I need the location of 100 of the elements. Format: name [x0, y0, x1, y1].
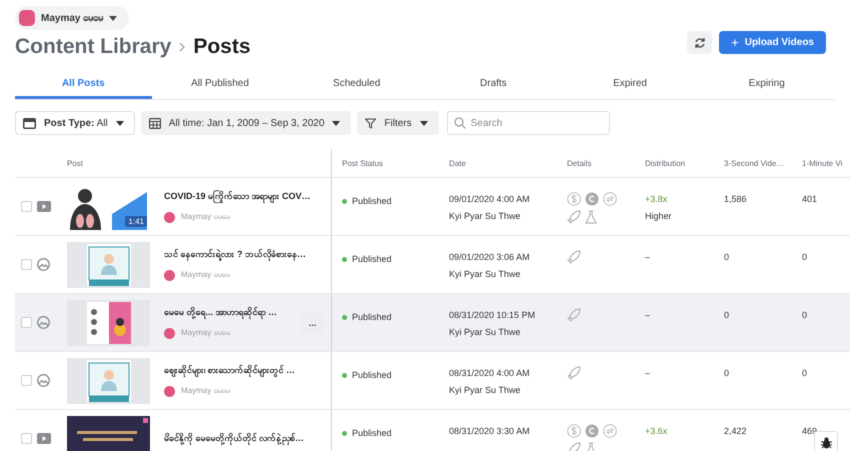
page-name: Maymay မေမေ — [181, 385, 230, 397]
post-title[interactable]: COVID-19 မကြိုက်သော အရာများ COV… — [164, 190, 325, 203]
rocket-icon — [567, 250, 581, 264]
column-header: 3-Second Vide… — [724, 158, 784, 168]
chevron-icon — [179, 42, 186, 52]
video-icon — [37, 433, 51, 444]
tab[interactable]: All Published — [152, 73, 288, 99]
tab[interactable]: Scheduled — [288, 73, 426, 99]
status-dot — [342, 373, 347, 378]
table-cell: 0 — [724, 368, 730, 378]
author-name: Kyi Pyar Su Thwe — [449, 211, 520, 221]
video-duration: 1:41 — [125, 216, 147, 226]
post-date: 08/31/2020 10:15 PM — [449, 310, 536, 320]
page-name: Maymay မေမေ — [181, 211, 230, 223]
refresh-button[interactable] — [687, 31, 712, 54]
table-row[interactable]: ဈေးဆိုင်များ၊ စားသောက်ဆိုင်များတွင် … Maymay မေမေ Published 08/31/2020 4:00 AM Kyi Pyar Su Thwe – 0 0 — [15, 352, 850, 410]
copyright-icon — [585, 424, 599, 438]
upload-videos-button[interactable]: + Upload Videos — [719, 31, 826, 54]
page-avatar-icon — [19, 10, 35, 26]
status-dot — [342, 315, 347, 320]
column-header: 1-Minute Vi — [802, 158, 842, 168]
post-status: Published — [352, 254, 392, 264]
row-checkbox[interactable] — [21, 433, 32, 444]
table-cell: 0 — [724, 252, 730, 262]
tab[interactable]: Drafts — [425, 73, 562, 99]
page-selector[interactable]: Maymay မေမေ — [15, 6, 130, 30]
rocket-icon — [567, 366, 581, 380]
rocket-icon — [567, 308, 581, 322]
post-type-dropdown[interactable]: Post Type: All — [15, 111, 135, 135]
date-range-dropdown[interactable]: All time: Jan 1, 2009 – Sep 3, 2020 — [140, 111, 352, 135]
post-date: 08/31/2020 4:00 AM — [449, 368, 530, 378]
clapperboard-icon — [23, 118, 36, 128]
page-name: Maymay မေမေ — [181, 269, 230, 281]
post-status: Published — [352, 370, 392, 380]
search-icon — [454, 117, 466, 129]
table-cell: 0 — [802, 368, 808, 378]
column-header: Details — [567, 158, 592, 168]
table-cell: 0 — [802, 310, 808, 320]
table-row[interactable]: 1:41 COVID-19 မကြိုက်သော အရာများ COV… Maymay မေမေ Published 09/01/2020 4:00 AM Kyi Pyar Su Thwe +3.8x Higher 1,586 401 — [15, 178, 850, 236]
table-cell: 1,586 — [724, 194, 747, 204]
distribution-value: – — [645, 310, 650, 320]
post-title[interactable]: မေမေ တို့ရေ... အာဟာရဆိုင်ရာ … — [164, 306, 296, 319]
page-avatar-icon — [164, 328, 175, 338]
page-avatar-icon — [164, 386, 175, 396]
distribution-value: +3.8x — [645, 194, 668, 204]
photo-icon — [37, 374, 50, 387]
row-checkbox[interactable] — [21, 259, 32, 270]
filter-icon — [365, 118, 376, 128]
search-field[interactable]: Search — [446, 111, 610, 135]
post-title[interactable]: မိခင်နို့ကို မေမေတို့ကိုယ်တိုင် လက်နဲ့ညှစ်… — [164, 432, 325, 445]
post-date: 09/01/2020 3:06 AM — [449, 252, 530, 262]
video-icon — [37, 201, 51, 212]
refresh-icon — [694, 36, 706, 48]
row-checkbox[interactable] — [21, 201, 32, 212]
author-name: Kyi Pyar Su Thwe — [449, 327, 520, 337]
post-title[interactable]: သင် နေကောင်းရဲ့လား ? ဘယ်လိုခံစားနေ… — [164, 248, 325, 261]
copyright-icon — [585, 192, 599, 206]
page-avatar-icon — [164, 270, 175, 280]
caret-icon — [420, 120, 428, 126]
tab[interactable]: All Posts — [15, 73, 152, 99]
bug-icon — [820, 437, 832, 449]
post-title[interactable]: ဈေးဆိုင်များ၊ စားသောက်ဆိုင်များတွင် … — [164, 364, 325, 377]
tab[interactable]: Expired — [562, 73, 698, 99]
page-title: Posts — [193, 35, 251, 59]
photo-icon — [37, 258, 50, 271]
author-name: Kyi Pyar Su Thwe — [449, 269, 520, 279]
tab[interactable]: Expiring — [698, 73, 836, 99]
caret-icon — [332, 120, 340, 126]
page-name: Maymay မေမေ — [181, 327, 230, 339]
caret-icon — [109, 16, 118, 20]
rocket-icon — [567, 210, 581, 224]
status-dot — [342, 199, 347, 204]
calendar-icon — [148, 117, 161, 129]
table-cell: 401 — [802, 194, 818, 204]
author-name: Kyi Pyar Su Thwe — [449, 385, 520, 395]
post-status: Published — [352, 312, 392, 322]
column-header: Post — [67, 158, 84, 170]
column-header: Distribution — [645, 158, 686, 168]
post-date: 08/31/2020 3:30 AM — [449, 426, 530, 436]
filters-dropdown[interactable]: Filters — [357, 111, 439, 135]
row-checkbox[interactable] — [21, 375, 32, 386]
dollar-icon — [567, 424, 581, 438]
post-status: Published — [352, 428, 392, 438]
column-header: Date — [449, 158, 466, 168]
row-checkbox[interactable] — [21, 317, 32, 328]
post-date: 09/01/2020 4:00 AM — [449, 194, 530, 204]
distribution-note: Higher — [645, 211, 672, 221]
table-row[interactable]: မေမေ တို့ရေ... အာဟာရဆိုင်ရာ … Maymay မေမေ ... Published 08/31/2020 10:15 PM Kyi Pyar Su Thwe – 0 0 — [15, 294, 850, 352]
breadcrumb-link[interactable]: Content Library — [15, 35, 172, 59]
crosspost-icon — [603, 192, 617, 206]
flask-icon — [585, 210, 597, 224]
dollar-icon — [567, 192, 581, 206]
distribution-value: – — [645, 252, 650, 262]
table-cell: 0 — [724, 310, 730, 320]
distribution-value: – — [645, 368, 650, 378]
photo-icon — [37, 316, 50, 329]
page-avatar-icon — [164, 212, 175, 222]
table-cell: 0 — [802, 252, 808, 262]
distribution-value: +3.6x — [645, 426, 668, 436]
caret-icon — [116, 120, 124, 126]
